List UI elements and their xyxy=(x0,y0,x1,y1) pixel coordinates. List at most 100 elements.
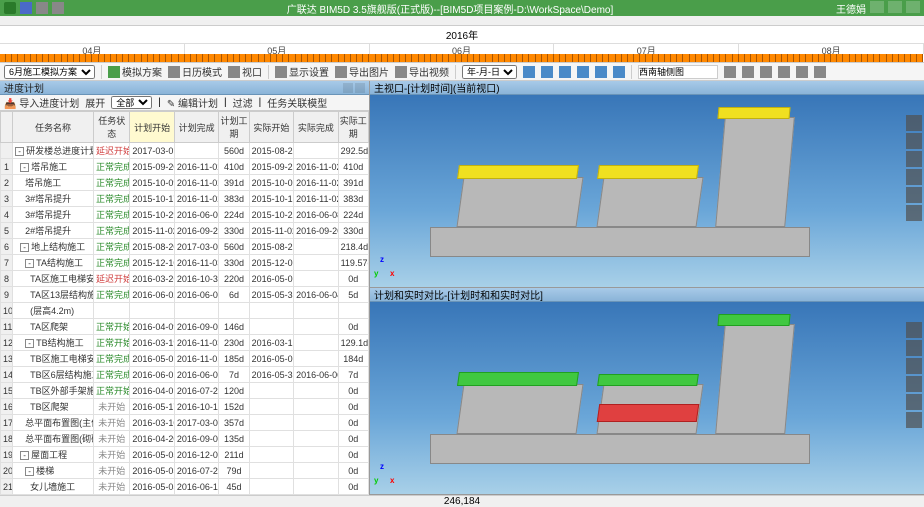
import-schedule-button[interactable]: 📥 导入进度计划 xyxy=(4,95,79,110)
timeline-day[interactable] xyxy=(917,54,923,62)
vp2-tool-1[interactable] xyxy=(906,322,922,338)
table-row[interactable]: 17 总平面布置图(主体结构施工阶段) 未开始 2016-03-10 2017-… xyxy=(1,415,369,431)
redo-icon[interactable] xyxy=(52,2,64,14)
table-row[interactable]: 7 -TA结构施工 正常完成 2015-12-10 2016-11-03 330… xyxy=(1,255,369,271)
calendar-mode-button[interactable]: 日历模式 xyxy=(168,64,222,79)
table-row[interactable]: 14 TB区6层结构施工(层高4.2m) 正常完成 2016-06-01 201… xyxy=(1,367,369,383)
schedule-panel-header: 进度计划 xyxy=(0,81,369,95)
table-row[interactable]: 18 总平面布置图(砌砖抹灰阶段) 未开始 2016-04-20 2016-09… xyxy=(1,431,369,447)
schedule-panel: 进度计划 📥 导入进度计划 展开 全部 | ✎ 编辑计划 | 过滤 | 任务关联… xyxy=(0,81,370,495)
panel-min-icon[interactable] xyxy=(343,83,353,93)
view-mode-button[interactable]: 视口 xyxy=(228,64,262,79)
plan-select[interactable]: 6月施工模拟方案 xyxy=(4,65,95,79)
timeline-month: 07月 xyxy=(554,44,739,54)
table-row[interactable]: 20 -楼梯 未开始 2016-05-05 2016-07-22 79d 0d xyxy=(1,463,369,479)
undo-icon[interactable] xyxy=(36,2,48,14)
viewport-tools xyxy=(906,115,922,221)
tree-toggle[interactable]: - xyxy=(25,259,34,268)
export-video-button[interactable]: 导出视频 xyxy=(395,64,449,79)
table-row[interactable]: 12 -TB结构施工 正常开始 2016-03-19 2016-11-03 23… xyxy=(1,335,369,351)
close-button[interactable] xyxy=(906,1,920,13)
viewport-top-canvas[interactable]: z x y xyxy=(370,95,924,287)
filter-button[interactable]: 过滤 xyxy=(233,95,253,110)
export-images-button[interactable]: 导出图片 xyxy=(335,64,389,79)
vp2-tool-4[interactable] xyxy=(906,376,922,392)
timeline-month: 06月 xyxy=(370,44,555,54)
tree-toggle[interactable]: - xyxy=(25,467,34,476)
table-row[interactable]: 5 2#塔吊提升 正常完成 2015-11-02 2016-09-26 330d… xyxy=(1,223,369,239)
filter-input[interactable] xyxy=(638,65,718,79)
skip-forward-icon[interactable] xyxy=(595,66,607,78)
toolbar-icon-3[interactable] xyxy=(760,66,772,78)
table-row[interactable]: 15 TB区外部手架施工 正常开始 2016-04-01 2016-07-29 … xyxy=(1,383,369,399)
window-title: 广联达 BIM5D 3.5旗舰版(正式版)--[BIM5D项目案例-D:\Wor… xyxy=(64,1,836,16)
table-row[interactable]: 13 TB区施工电梯安装 正常完成 2016-05-01 2016-11-01 … xyxy=(1,351,369,367)
tree-toggle[interactable]: - xyxy=(20,243,29,252)
table-row[interactable]: 16 TB区爬架 未开始 2016-05-17 2016-10-15 152d … xyxy=(1,399,369,415)
vp-tool-2[interactable] xyxy=(906,133,922,149)
table-row[interactable]: 21 女儿墙施工 未开始 2016-05-05 2016-06-18 45d 0… xyxy=(1,479,369,495)
table-row[interactable]: 2 塔吊施工 正常完成 2015-10-09 2016-11-02 391d 2… xyxy=(1,175,369,191)
tree-toggle[interactable]: - xyxy=(15,147,24,156)
timeline: 2016年 04月05月06月07月08月 xyxy=(0,26,924,63)
vp-tool-4[interactable] xyxy=(906,169,922,185)
table-row[interactable]: 8 TA区施工电梯安装 延迟开始 2016-03-26 2016-10-31 2… xyxy=(1,271,369,287)
toolbar-icon-2[interactable] xyxy=(742,66,754,78)
toolbar-icon-1[interactable] xyxy=(724,66,736,78)
toolbar-icon-4[interactable] xyxy=(778,66,790,78)
titlebar: 广联达 BIM5D 3.5旗舰版(正式版)--[BIM5D项目案例-D:\Wor… xyxy=(0,0,924,16)
maximize-button[interactable] xyxy=(888,1,902,13)
expand-button[interactable]: 展开 xyxy=(85,95,105,110)
vp-tool-5[interactable] xyxy=(906,187,922,203)
tree-toggle[interactable]: - xyxy=(20,163,29,172)
viewport-tools-2 xyxy=(906,322,922,428)
toolbar-icon-6[interactable] xyxy=(814,66,826,78)
axis-widget[interactable]: z x y xyxy=(376,257,400,281)
table-row[interactable]: -研发楼总进度计划 延迟开始 2017-03-01 560d 2015-08-2… xyxy=(1,143,369,159)
statusbar: 246,184 xyxy=(0,495,924,507)
table-row[interactable]: 10 (层高4.2m) xyxy=(1,303,369,319)
table-row[interactable]: 11 TA区爬架 正常开始 2016-04-09 2016-09-01 146d… xyxy=(1,319,369,335)
save-icon[interactable] xyxy=(20,2,32,14)
main-toolbar: 6月施工模拟方案 模拟方案 日历模式 视口 显示设置 导出图片 导出视频 年-月… xyxy=(0,63,924,81)
filter-select[interactable]: 全部 xyxy=(111,96,152,109)
vp-tool-1[interactable] xyxy=(906,115,922,131)
table-row[interactable]: 3 3#塔吊提升 正常完成 2015-10-17 2016-11-02 383d… xyxy=(1,191,369,207)
panel-close-icon[interactable] xyxy=(355,83,365,93)
timeline-month: 05月 xyxy=(185,44,370,54)
table-row[interactable]: 22 屋面设备基础施工 未开始 2016-05-05 2016-07-03 60… xyxy=(1,495,369,496)
loop-icon[interactable] xyxy=(613,66,625,78)
timeline-month: 04月 xyxy=(0,44,185,54)
table-row[interactable]: 9 TA区13层结构施工 正常完成 2016-06-02 2016-06-07 … xyxy=(1,287,369,303)
task-relation-button[interactable]: 任务关联模型 xyxy=(267,95,327,110)
vp2-tool-5[interactable] xyxy=(906,394,922,410)
viewport-area: 主视口-[计划时间](当前视口) z x y xyxy=(370,81,924,495)
table-row[interactable]: 19 -屋面工程 未开始 2016-05-05 2016-12-01 211d … xyxy=(1,447,369,463)
app-icon xyxy=(4,2,16,14)
vp-tool-3[interactable] xyxy=(906,151,922,167)
play-icon[interactable] xyxy=(559,66,571,78)
schedule-table: 任务名称 任务状态 计划开始 计划完成 计划工期 实际开始 实际完成 实际工期 … xyxy=(0,111,369,495)
timeline-month: 08月 xyxy=(739,44,924,54)
date-unit-select[interactable]: 年-月-日 xyxy=(462,65,517,79)
vp2-tool-2[interactable] xyxy=(906,340,922,356)
minimize-button[interactable] xyxy=(870,1,884,13)
vp2-tool-3[interactable] xyxy=(906,358,922,374)
table-row[interactable]: 4 3#塔吊提升 正常完成 2015-10-29 2016-06-08 224d… xyxy=(1,207,369,223)
axis-widget-2[interactable]: z x y xyxy=(376,464,400,488)
skip-back-icon[interactable] xyxy=(523,66,535,78)
tree-toggle[interactable]: - xyxy=(20,451,29,460)
toolbar-icon-5[interactable] xyxy=(796,66,808,78)
table-row[interactable]: 1 -塔吊施工 正常完成 2015-09-20 2016-11-02 410d … xyxy=(1,159,369,175)
sim-mode-button[interactable]: 模拟方案 xyxy=(108,64,162,79)
edit-plan-button[interactable]: ✎ 编辑计划 xyxy=(167,95,218,110)
step-forward-icon[interactable] xyxy=(577,66,589,78)
table-row[interactable]: 6 -地上结构施工 正常完成 2015-08-20 2017-03-01 560… xyxy=(1,239,369,255)
viewport-top: 主视口-[计划时间](当前视口) z x y xyxy=(370,81,924,288)
vp-tool-6[interactable] xyxy=(906,205,922,221)
display-settings-button[interactable]: 显示设置 xyxy=(275,64,329,79)
tree-toggle[interactable]: - xyxy=(25,339,34,348)
viewport-bottom-canvas[interactable]: z x y xyxy=(370,302,924,494)
step-back-icon[interactable] xyxy=(541,66,553,78)
vp2-tool-6[interactable] xyxy=(906,412,922,428)
